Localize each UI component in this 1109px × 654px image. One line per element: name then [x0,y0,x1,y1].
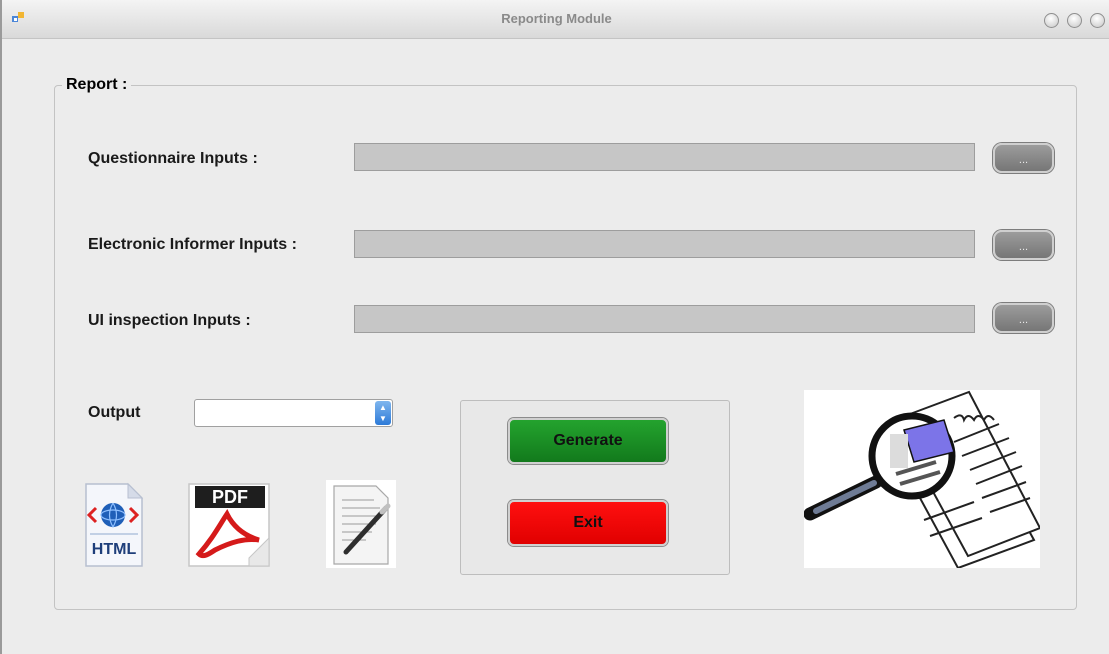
html-icon-text: HTML [92,541,137,558]
updown-arrow-icon[interactable]: ▲ ▼ [375,401,391,425]
pdf-icon[interactable]: PDF [185,480,273,568]
ui-inspection-inputs-label: UI inspection Inputs : [88,312,251,329]
minimize-icon[interactable] [1044,13,1059,28]
window-title: Reporting Module [501,11,612,26]
questionnaire-inputs-label: Questionnaire Inputs : [88,150,258,167]
output-label: Output [88,404,141,421]
report-group-legend: Report : [62,76,132,94]
exit-button[interactable]: Exit [508,500,668,546]
electronic-informer-inputs-label: Electronic Informer Inputs : [88,236,297,253]
electronic-informer-inputs-field[interactable] [354,230,975,258]
ui-inspection-browse-button[interactable]: ... [993,303,1054,333]
report-magnifier-icon [804,390,1040,568]
maximize-icon[interactable] [1067,13,1082,28]
reporting-module-window: Reporting Module Report : Questionnaire … [0,0,1109,654]
title-bar[interactable]: Reporting Module [2,0,1109,39]
ui-inspection-inputs-field[interactable] [354,305,975,333]
generate-button[interactable]: Generate [508,418,668,464]
output-select[interactable]: ▲ ▼ [194,399,393,427]
close-icon[interactable] [1090,13,1105,28]
document-edit-icon[interactable] [326,480,396,568]
pdf-icon-text: PDF [212,487,248,507]
electronic-informer-browse-button[interactable]: ... [993,230,1054,260]
html-icon[interactable]: HTML [82,482,144,568]
questionnaire-browse-button[interactable]: ... [993,143,1054,173]
questionnaire-inputs-field[interactable] [354,143,975,171]
